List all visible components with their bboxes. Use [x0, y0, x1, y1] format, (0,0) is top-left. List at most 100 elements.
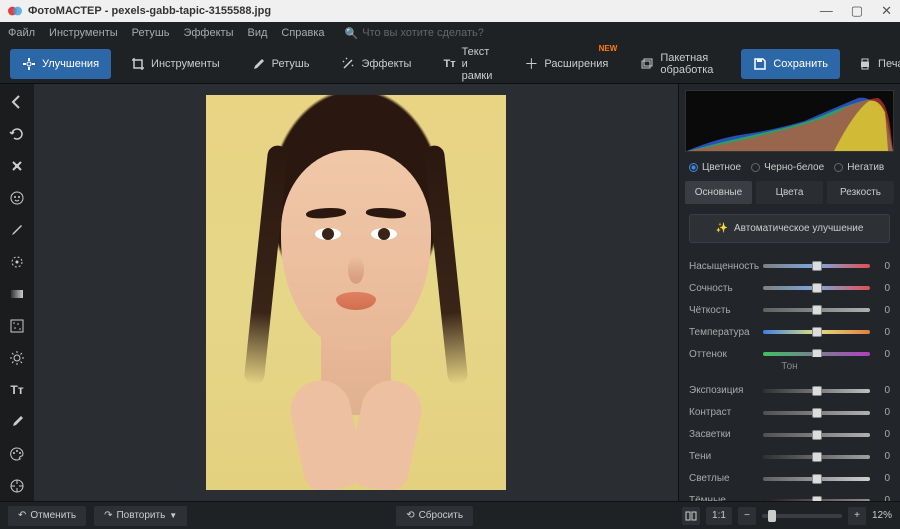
- target-icon[interactable]: [7, 476, 27, 496]
- menu-help[interactable]: Справка: [281, 27, 324, 39]
- dropper-icon[interactable]: [7, 412, 27, 432]
- grain-icon[interactable]: [7, 316, 27, 336]
- menu-retouch[interactable]: Ретушь: [132, 27, 170, 39]
- slider-label: Тёмные: [689, 495, 757, 501]
- tab-retouch[interactable]: Ретушь: [240, 49, 322, 79]
- tab-tools[interactable]: Инструменты: [119, 49, 232, 79]
- maximize-icon[interactable]: ▢: [851, 3, 863, 19]
- menu-tools[interactable]: Инструменты: [49, 27, 118, 39]
- tab-effects[interactable]: Эффекты: [329, 49, 423, 79]
- slider-thumb[interactable]: [812, 283, 822, 293]
- tab-batch[interactable]: Пакетная обработка: [628, 49, 725, 79]
- search-icon: 🔍: [345, 27, 359, 40]
- slider-track[interactable]: [763, 330, 870, 334]
- zoom-out-button[interactable]: −: [738, 507, 756, 525]
- brush-icon: [252, 57, 266, 71]
- subtab-sharp[interactable]: Резкость: [827, 181, 894, 204]
- slider-value: 0: [876, 349, 890, 357]
- menu-file[interactable]: Файл: [8, 27, 35, 39]
- slider-thumb[interactable]: [812, 452, 822, 462]
- slider-засветки[interactable]: Засветки0: [689, 424, 890, 446]
- wand-icon: [341, 57, 355, 71]
- rotate-icon[interactable]: [7, 124, 27, 144]
- slider-thumb[interactable]: [812, 327, 822, 337]
- auto-enhance-button[interactable]: ✨ Автоматическое улучшение: [689, 214, 890, 243]
- slider-track[interactable]: [763, 499, 870, 501]
- compare-button[interactable]: [682, 507, 700, 525]
- slider-label: Тени: [689, 451, 757, 462]
- plus-icon: ＋: [524, 54, 538, 74]
- tab-enhance[interactable]: Улучшения: [10, 49, 111, 79]
- sun-icon[interactable]: [7, 348, 27, 368]
- radial-icon[interactable]: [7, 252, 27, 272]
- slider-label: Чёткость: [689, 305, 757, 316]
- slider-контраст[interactable]: Контраст0: [689, 402, 890, 424]
- slider-thumb[interactable]: [812, 496, 822, 501]
- zoom-in-button[interactable]: +: [848, 507, 866, 525]
- slider-track[interactable]: [763, 264, 870, 268]
- canvas[interactable]: [34, 84, 678, 501]
- slider-оттенок[interactable]: Оттенок0: [689, 343, 890, 357]
- tab-extensions[interactable]: ＋ Расширения NEW: [512, 49, 620, 79]
- slider-track[interactable]: [763, 352, 870, 356]
- slider-светлые[interactable]: Светлые0: [689, 468, 890, 490]
- redo-button[interactable]: ↷Повторить ▼: [94, 506, 187, 526]
- slider-track[interactable]: [763, 308, 870, 312]
- subtab-basic[interactable]: Основные: [685, 181, 752, 204]
- minimize-icon[interactable]: —: [820, 3, 833, 19]
- undo-button[interactable]: ↶Отменить: [8, 506, 86, 526]
- face-icon[interactable]: [7, 188, 27, 208]
- print-button[interactable]: Печать: [848, 49, 900, 79]
- reset-button[interactable]: ⟲Сбросить: [396, 506, 473, 526]
- close-icon[interactable]: ✕: [881, 3, 892, 19]
- mode-bw[interactable]: Черно-белое: [751, 162, 824, 173]
- slider-thumb[interactable]: [812, 386, 822, 396]
- tab-text[interactable]: Tт Текст и рамки: [431, 49, 504, 79]
- subtabs: Основные Цвета Резкость: [685, 181, 894, 204]
- menu-effects[interactable]: Эффекты: [183, 27, 233, 39]
- slider-экспозиция[interactable]: Экспозиция0: [689, 380, 890, 402]
- menu-view[interactable]: Вид: [247, 27, 267, 39]
- slider-track[interactable]: [763, 411, 870, 415]
- slider-label: Засветки: [689, 429, 757, 440]
- slider-тени[interactable]: Тени0: [689, 446, 890, 468]
- slider-тёмные[interactable]: Тёмные0: [689, 490, 890, 501]
- slider-thumb[interactable]: [812, 408, 822, 418]
- slider-thumb[interactable]: [812, 430, 822, 440]
- slider-насыщенность[interactable]: Насыщенность0: [689, 255, 890, 277]
- slider-value: 0: [876, 283, 890, 294]
- save-icon: [753, 57, 767, 71]
- slider-thumb[interactable]: [812, 305, 822, 315]
- text-tool-icon[interactable]: Tт: [7, 380, 27, 400]
- zoom-slider[interactable]: [762, 514, 842, 518]
- paint-icon[interactable]: [7, 220, 27, 240]
- slider-track[interactable]: [763, 433, 870, 437]
- menu-search[interactable]: 🔍 Что вы хотите сделать?: [345, 27, 484, 40]
- fit-button[interactable]: 1:1: [706, 507, 732, 525]
- save-button[interactable]: Сохранить: [741, 49, 840, 79]
- slider-чёткость[interactable]: Чёткость0: [689, 299, 890, 321]
- slider-track[interactable]: [763, 286, 870, 290]
- slider-track[interactable]: [763, 477, 870, 481]
- slider-track[interactable]: [763, 455, 870, 459]
- section-tone: Тон: [679, 361, 900, 372]
- slider-сочность[interactable]: Сочность 0: [689, 277, 890, 299]
- slider-thumb[interactable]: [812, 349, 822, 357]
- slider-thumb[interactable]: [812, 261, 822, 271]
- subtab-colors[interactable]: Цвета: [756, 181, 823, 204]
- palette-icon[interactable]: [7, 444, 27, 464]
- slider-track[interactable]: [763, 389, 870, 393]
- back-icon[interactable]: [7, 92, 27, 112]
- chevron-down-icon: ▼: [169, 511, 177, 520]
- slider-label: Сочность: [689, 283, 757, 294]
- reset-icon: ⟲: [406, 510, 414, 521]
- mode-color[interactable]: Цветное: [689, 162, 741, 173]
- heal-icon[interactable]: [7, 156, 27, 176]
- app-icon: [8, 4, 22, 18]
- slider-thumb[interactable]: [812, 474, 822, 484]
- mode-neg[interactable]: Негатив: [834, 162, 884, 173]
- slider-температура[interactable]: Температура0: [689, 321, 890, 343]
- slider-value: 0: [876, 261, 890, 272]
- gradient-icon[interactable]: [7, 284, 27, 304]
- wand-icon: ✨: [716, 223, 728, 234]
